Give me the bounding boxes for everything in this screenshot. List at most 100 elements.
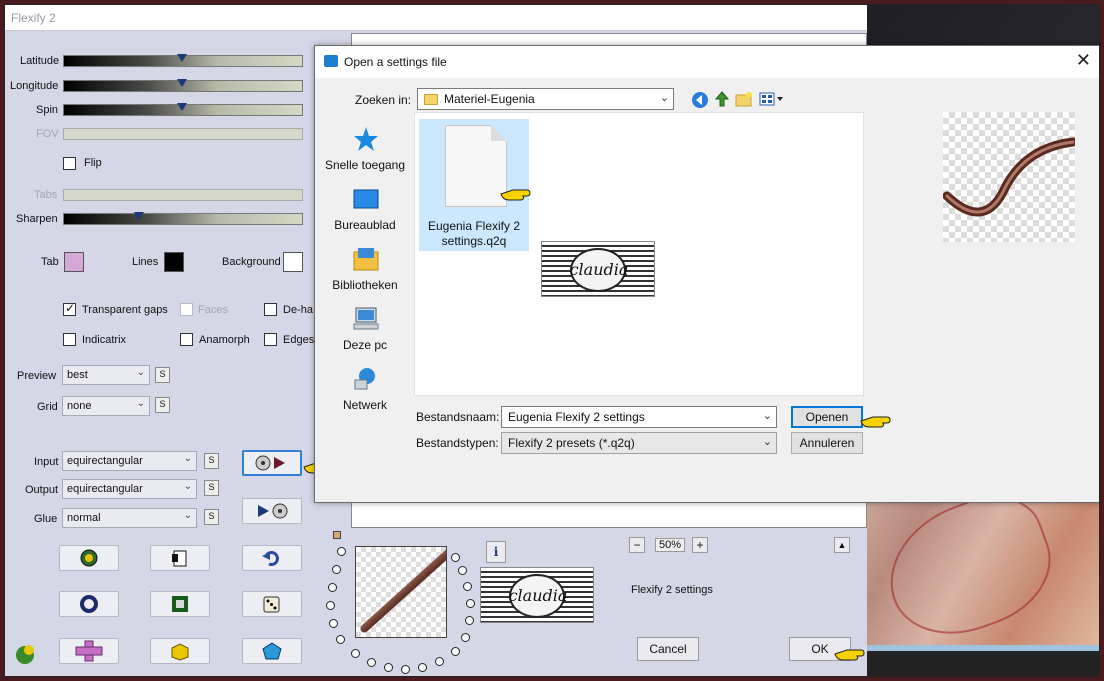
- orbit-dot[interactable]: [351, 649, 360, 658]
- dice-button[interactable]: [242, 591, 302, 617]
- orbit-dot[interactable]: [418, 663, 427, 672]
- filename-input[interactable]: Eugenia Flexify 2 settings ⌄: [501, 406, 777, 428]
- scroll-up-button[interactable]: ▲: [834, 537, 850, 553]
- zoom-in-button[interactable]: +: [692, 537, 708, 553]
- anamorph-label: Anamorph: [199, 334, 250, 346]
- place-network[interactable]: Netwerk: [321, 366, 409, 422]
- output-s-button[interactable]: S: [204, 480, 219, 496]
- cancel-button[interactable]: Cancel: [637, 637, 699, 661]
- orbit-dot[interactable]: [337, 547, 346, 556]
- orbit-dot[interactable]: [463, 582, 472, 591]
- orbit-dot[interactable]: [329, 619, 338, 628]
- watermark-logo: claudia: [541, 241, 655, 297]
- orbit-dot[interactable]: [367, 658, 376, 667]
- latitude-slider[interactable]: [63, 54, 303, 67]
- window-title: Flexify 2: [11, 11, 56, 25]
- spin-slider[interactable]: [63, 103, 303, 116]
- view-menu-icon[interactable]: [759, 92, 785, 106]
- edges-checkbox[interactable]: [264, 333, 277, 346]
- undo-button[interactable]: [242, 545, 302, 571]
- output-select[interactable]: equirectangular ⌄: [62, 479, 197, 499]
- orbit-dot[interactable]: [326, 601, 335, 610]
- glue-select[interactable]: normal ⌄: [62, 508, 197, 528]
- place-label: Bureaublad: [334, 218, 396, 232]
- folder-combo[interactable]: Materiel-Eugenia ⌄: [417, 88, 674, 110]
- randomize-button[interactable]: [59, 545, 119, 571]
- chevron-down-icon: ⌄: [136, 367, 145, 378]
- input-s-button[interactable]: S: [204, 453, 219, 469]
- orbit-dot[interactable]: [336, 635, 345, 644]
- close-icon[interactable]: ✕: [1076, 50, 1091, 71]
- circle-button[interactable]: [59, 591, 119, 617]
- input-select[interactable]: equirectangular ⌄: [62, 451, 197, 471]
- faces-checkbox[interactable]: [180, 303, 193, 316]
- background-color-swatch[interactable]: [283, 252, 303, 272]
- place-libraries[interactable]: Bibliotheken: [321, 246, 409, 302]
- orbit-dot[interactable]: [451, 553, 460, 562]
- tabs-slider[interactable]: [63, 189, 303, 201]
- longitude-slider[interactable]: [63, 79, 303, 92]
- transparent-gaps-checkbox[interactable]: [63, 301, 76, 316]
- indicatrix-checkbox[interactable]: [63, 333, 76, 346]
- place-desktop[interactable]: Bureaublad: [321, 186, 409, 242]
- zoom-out-button[interactable]: −: [629, 537, 645, 553]
- cross-icon: [75, 640, 103, 662]
- back-icon[interactable]: [691, 91, 709, 109]
- orbit-dot[interactable]: [451, 647, 460, 656]
- place-quick-access[interactable]: Snelle toegang: [321, 126, 409, 182]
- slider-thumb[interactable]: [177, 54, 187, 62]
- open-button[interactable]: Openen: [791, 406, 863, 428]
- glue-label: Glue: [34, 513, 58, 525]
- place-this-pc[interactable]: Deze pc: [321, 306, 409, 362]
- lines-color-swatch[interactable]: [164, 252, 184, 272]
- orbit-dot[interactable]: [328, 583, 337, 592]
- slider-thumb[interactable]: [177, 79, 187, 87]
- glue-s-button[interactable]: S: [204, 509, 219, 525]
- tab-color-swatch[interactable]: [64, 252, 84, 272]
- orbit-dot[interactable]: [384, 663, 393, 672]
- preview-s-button[interactable]: S: [155, 367, 170, 383]
- orbit-dot[interactable]: [435, 657, 444, 666]
- orbit-dot[interactable]: [332, 565, 341, 574]
- disk-save-icon: [258, 503, 288, 519]
- new-folder-icon[interactable]: [735, 91, 753, 107]
- filetype-select[interactable]: Flexify 2 presets (*.q2q) ⌄: [501, 432, 777, 454]
- orbit-dot[interactable]: [466, 599, 475, 608]
- ring-anchor-marker[interactable]: [333, 531, 341, 539]
- info-button[interactable]: i: [486, 541, 506, 563]
- anamorph-checkbox[interactable]: [180, 333, 193, 346]
- load-preset-button[interactable]: [242, 450, 302, 476]
- cross-button[interactable]: [59, 638, 119, 664]
- pentagon-button[interactable]: [242, 638, 302, 664]
- frame-button[interactable]: [150, 591, 210, 617]
- square-frame-icon: [172, 596, 188, 612]
- faces-label: Faces: [198, 304, 228, 316]
- copy-button[interactable]: [150, 545, 210, 571]
- annuleren-button[interactable]: Annuleren: [791, 432, 863, 454]
- dehalo-checkbox[interactable]: [264, 303, 277, 316]
- orbit-dot[interactable]: [465, 616, 474, 625]
- grid-s-button[interactable]: S: [155, 397, 170, 413]
- document-icon: [445, 125, 507, 207]
- slider-thumb[interactable]: [134, 212, 144, 220]
- window-titlebar: Flexify 2: [5, 5, 867, 31]
- chevron-down-icon: ⌄: [183, 510, 192, 521]
- flip-checkbox[interactable]: [63, 157, 76, 170]
- preview-stroke: [358, 547, 446, 635]
- filename-value: Eugenia Flexify 2 settings: [508, 410, 645, 424]
- up-folder-icon[interactable]: [713, 90, 731, 108]
- indicatrix-label: Indicatrix: [82, 334, 127, 346]
- watermark-logo: claudia: [480, 567, 594, 623]
- file-preview-pane: [943, 112, 1075, 242]
- place-label: Netwerk: [342, 398, 387, 412]
- cube-button[interactable]: [150, 638, 210, 664]
- sharpen-slider[interactable]: [63, 212, 303, 225]
- preview-select[interactable]: best ⌄: [62, 365, 150, 385]
- orbit-dot[interactable]: [461, 633, 470, 642]
- fov-slider[interactable]: [63, 128, 303, 140]
- grid-select[interactable]: none ⌄: [62, 396, 150, 416]
- orbit-dot[interactable]: [458, 566, 467, 575]
- save-preset-button[interactable]: [242, 498, 302, 524]
- orbit-dot[interactable]: [401, 665, 410, 674]
- slider-thumb[interactable]: [177, 103, 187, 111]
